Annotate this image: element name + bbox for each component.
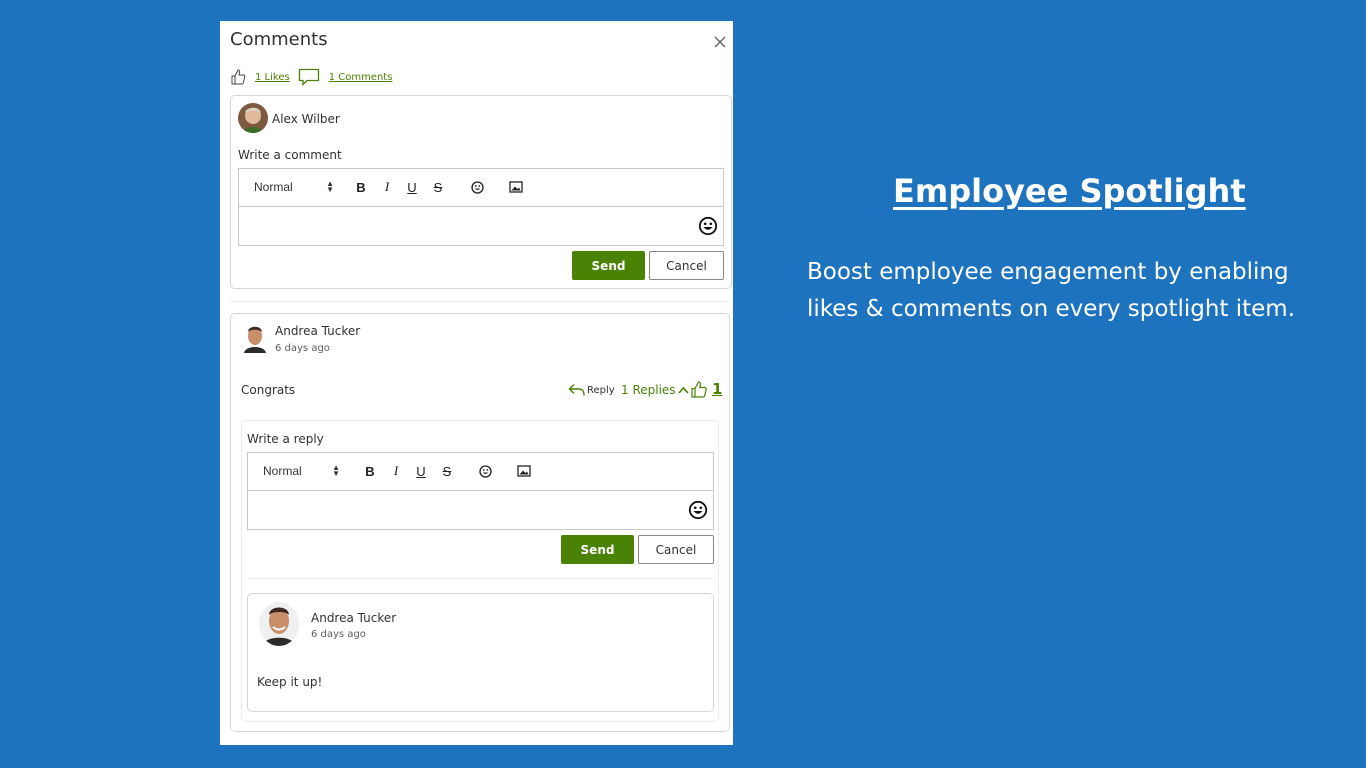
comment-author: Andrea Tucker (275, 324, 361, 338)
reply-time: 6 days ago (311, 629, 366, 640)
reply-card: Andrea Tucker 6 days ago Keep it up! (247, 593, 714, 712)
editor-toolbar: Normal ▲ ▼ B I U S (248, 453, 713, 491)
thumbs-up-icon[interactable] (230, 68, 246, 86)
comments-panel: Comments 1 Likes 1 Comments Alex Wilber … (220, 21, 733, 745)
comment-text: Congrats (241, 383, 296, 397)
reply-editor: Normal ▲ ▼ B I U S (247, 452, 714, 530)
insert-emoji-icon[interactable] (688, 500, 708, 520)
replies-label: 1 Replies (621, 383, 676, 397)
avatar (242, 323, 268, 353)
reply-author: Andrea Tucker (311, 611, 397, 625)
emoji-icon[interactable] (469, 178, 485, 196)
avatar (238, 103, 268, 133)
select-arrows-icon: ▲ ▼ (326, 179, 334, 194)
send-button[interactable]: Send (572, 251, 645, 280)
divider (230, 301, 730, 302)
like-comment-button[interactable]: 1 (690, 378, 722, 400)
divider (247, 578, 714, 579)
insert-emoji-icon[interactable] (698, 216, 718, 236)
replies-toggle[interactable]: 1 Replies (621, 380, 689, 400)
comment-time: 6 days ago (275, 343, 330, 354)
format-select[interactable]: Normal ▲ ▼ (263, 462, 340, 480)
italic-icon[interactable]: I (380, 178, 394, 196)
avatar (259, 602, 299, 646)
engagement-row: 1 Likes 1 Comments (230, 66, 400, 88)
user-name: Alex Wilber (272, 112, 340, 126)
promo-body: Boost employee engagement by enabling li… (807, 259, 1296, 322)
strikethrough-icon[interactable]: S (440, 462, 454, 480)
write-comment-label: Write a comment (238, 148, 342, 162)
reply-text: Keep it up! (257, 675, 323, 689)
format-select-value: Normal (263, 464, 302, 478)
reply-section: Write a reply Normal ▲ ▼ B I U S Send Ca… (241, 420, 719, 722)
reply-button[interactable]: Reply (568, 380, 615, 400)
format-select-value: Normal (254, 180, 293, 194)
cancel-button[interactable]: Cancel (649, 251, 724, 280)
comment-bubble-icon[interactable] (298, 68, 320, 86)
write-reply-label: Write a reply (247, 432, 324, 446)
image-icon[interactable] (508, 178, 524, 196)
send-reply-button[interactable]: Send (561, 535, 634, 564)
new-comment-card: Alex Wilber Write a comment Normal ▲ ▼ B … (230, 95, 732, 289)
comments-link[interactable]: 1 Comments (329, 72, 393, 83)
underline-icon[interactable]: U (405, 178, 419, 196)
image-icon[interactable] (516, 462, 532, 480)
panel-title: Comments (230, 29, 328, 50)
thumbs-up-icon (691, 380, 707, 398)
format-select[interactable]: Normal ▲ ▼ (254, 178, 334, 196)
comment-editor: Normal ▲ ▼ B I U S (238, 168, 724, 246)
select-arrows-icon: ▲ ▼ (332, 463, 340, 478)
editor-toolbar: Normal ▲ ▼ B I U S (239, 169, 723, 207)
cancel-reply-button[interactable]: Cancel (638, 535, 714, 564)
bold-icon[interactable]: B (363, 462, 377, 480)
emoji-icon[interactable] (477, 462, 493, 480)
reply-label: Reply (587, 384, 615, 396)
reply-arrow-icon (568, 384, 585, 396)
chevron-up-icon (677, 386, 689, 394)
comment-card: Andrea Tucker 6 days ago Congrats Reply … (230, 313, 730, 732)
strikethrough-icon[interactable]: S (431, 178, 445, 196)
italic-icon[interactable]: I (389, 462, 403, 480)
likes-link[interactable]: 1 Likes (255, 72, 290, 83)
bold-icon[interactable]: B (354, 178, 368, 196)
underline-icon[interactable]: U (414, 462, 428, 480)
promo-title: Employee Spotlight (893, 172, 1246, 210)
close-icon[interactable] (711, 33, 729, 51)
like-count: 1 (712, 380, 723, 398)
